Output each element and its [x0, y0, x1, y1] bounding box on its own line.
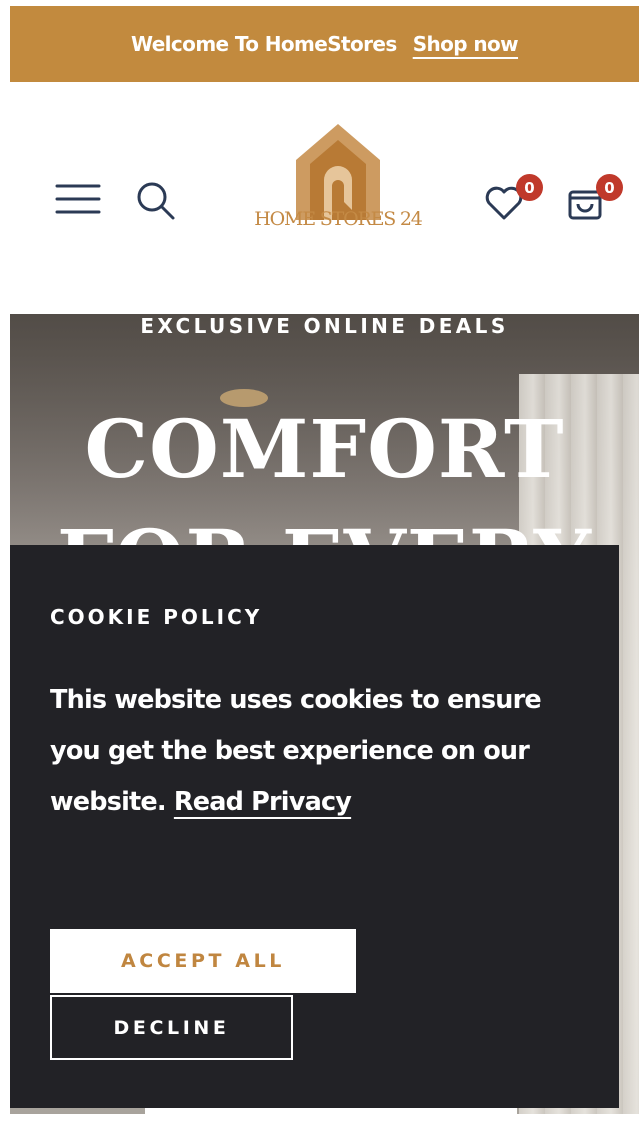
- announcement-text: Welcome To HomeStores: [130, 32, 397, 56]
- announcement-bar: Welcome To HomeStores Shop now: [10, 6, 639, 82]
- house-logo-icon: [296, 124, 380, 220]
- wishlist-count-badge: 0: [516, 174, 543, 201]
- cookie-banner: COOKIE POLICY This website uses cookies …: [10, 545, 619, 1108]
- shop-now-link[interactable]: Shop now: [413, 32, 519, 56]
- decline-button[interactable]: DECLINE: [50, 995, 293, 1060]
- accept-all-button[interactable]: ACCEPT ALL: [50, 929, 356, 993]
- hero-eyebrow: EXCLUSIVE ONLINE DEALS: [140, 314, 509, 338]
- cookie-title: COOKIE POLICY: [50, 605, 263, 629]
- cart-button[interactable]: 0: [566, 174, 636, 228]
- hero-title-line1: COMFORT: [84, 402, 565, 496]
- logo-wordmark: HOME STORES 24: [254, 208, 423, 230]
- wishlist-button[interactable]: 0: [484, 174, 554, 228]
- read-privacy-link[interactable]: Read Privacy: [174, 787, 352, 817]
- site-logo[interactable]: HOME STORES 24: [228, 122, 448, 242]
- search-icon[interactable]: [134, 179, 178, 223]
- cart-count-badge: 0: [596, 174, 623, 201]
- menu-icon[interactable]: [55, 182, 101, 216]
- site-header: HOME STORES 24 0 0: [10, 82, 639, 314]
- cookie-message: This website uses cookies to ensure you …: [50, 675, 550, 828]
